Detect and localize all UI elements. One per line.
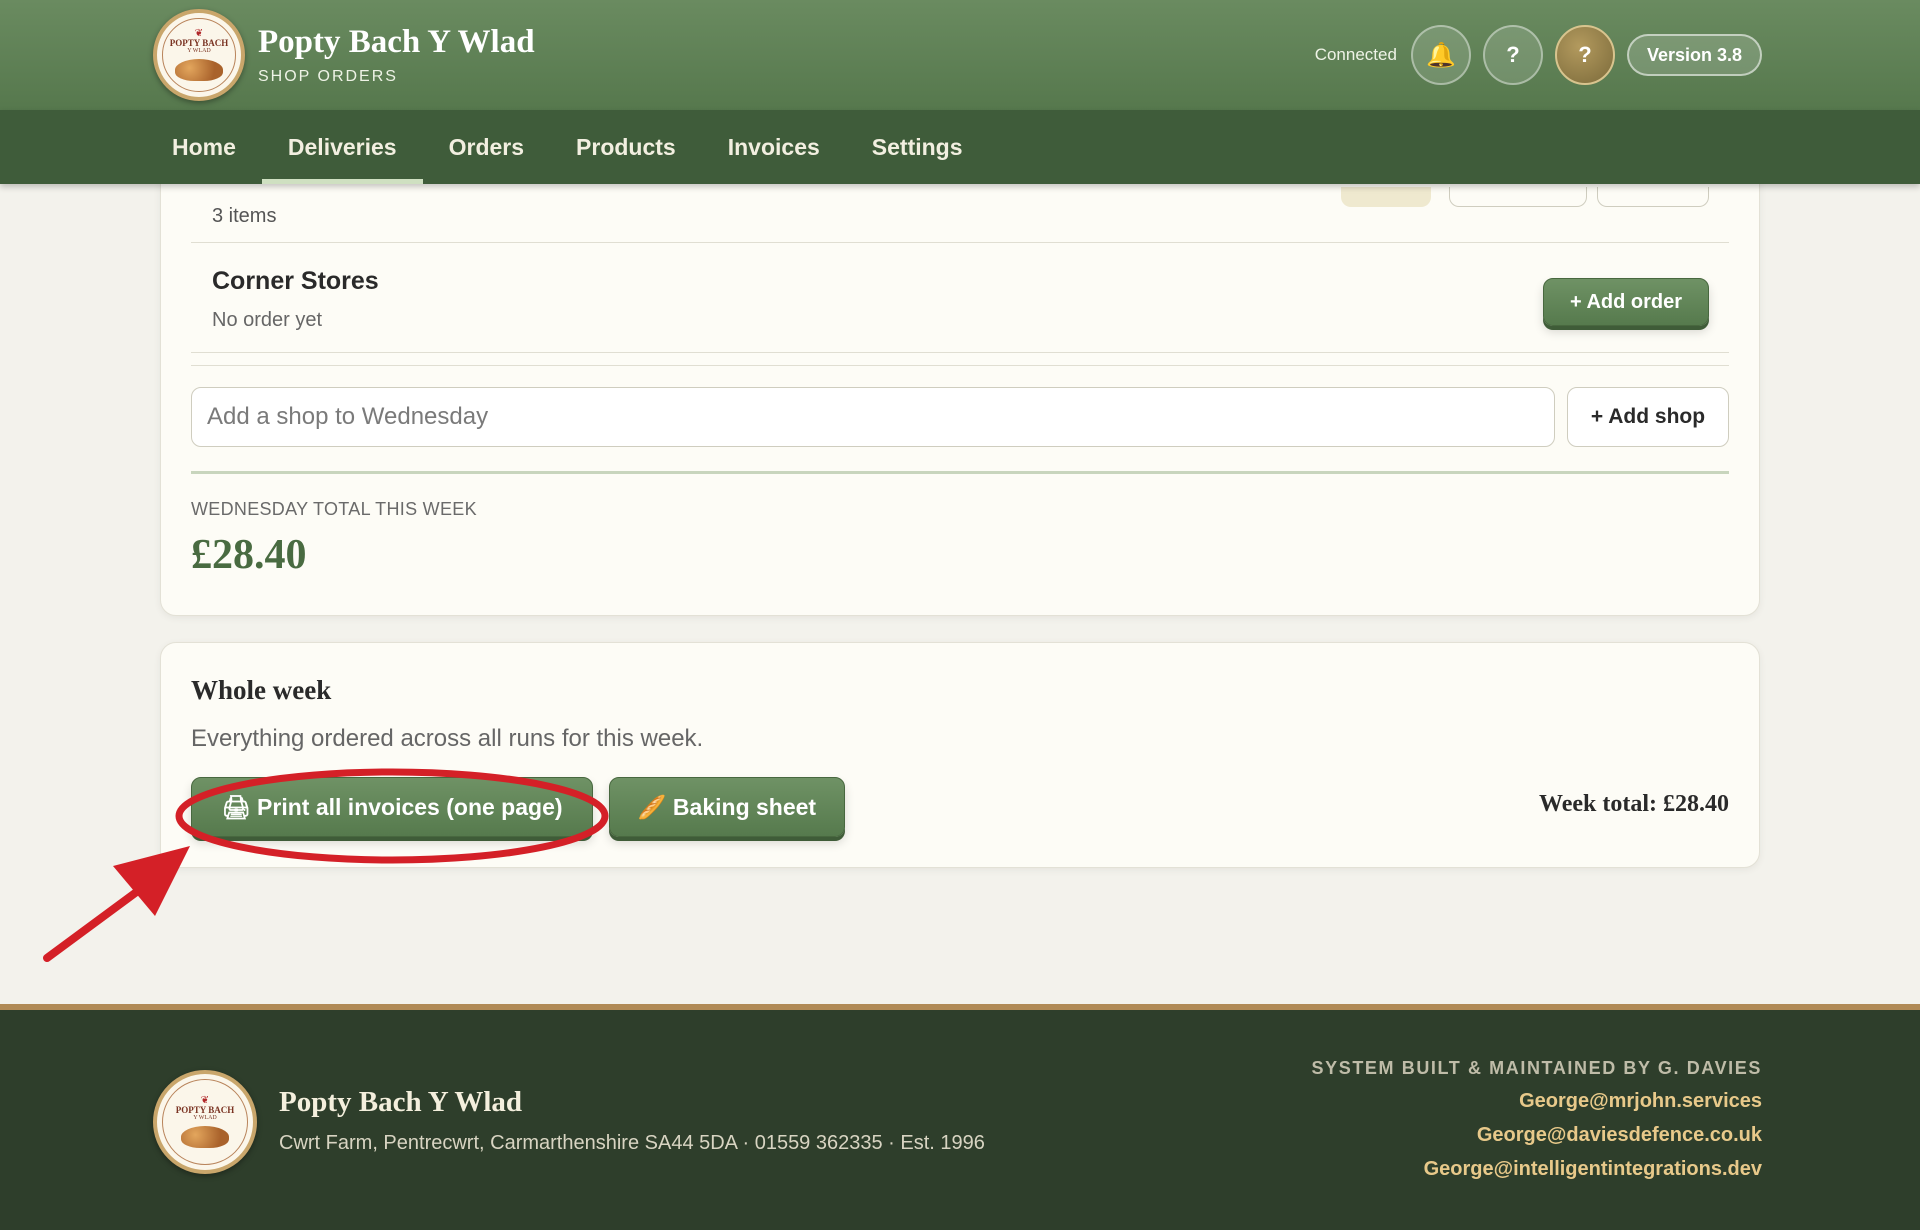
nav-orders[interactable]: Orders: [423, 110, 550, 184]
shop-row: 3 items: [191, 187, 1729, 243]
footer-brand: Popty Bach Y Wlad: [279, 1086, 523, 1118]
whole-week-card: Whole week Everything ordered across all…: [160, 642, 1760, 868]
print-all-invoices-button[interactable]: 🖨 Print all invoices (one page): [191, 777, 593, 837]
invoice-button[interactable]: [1597, 187, 1709, 207]
shop-row-corner-stores: Corner Stores No order yet + Add order: [191, 243, 1729, 353]
bell-icon: 🔔: [1425, 41, 1456, 69]
nav-products[interactable]: Products: [550, 110, 702, 184]
brand: Popty Bach Y Wlad SHOP ORDERS: [258, 24, 535, 86]
baking-sheet-button[interactable]: 🥖 Baking sheet: [609, 777, 845, 837]
week-total: Week total: £28.40: [1539, 791, 1729, 817]
week-description: Everything ordered across all runs for t…: [191, 725, 704, 752]
shop-name: Corner Stores: [212, 267, 379, 295]
add-shop-input[interactable]: [191, 387, 1555, 447]
pointer-arrow-shaft: [43, 878, 154, 962]
footer-credit: SYSTEM BUILT & MAINTAINED BY G. DAVIES: [1311, 1058, 1762, 1078]
footer-email-link[interactable]: George@mrjohn.services: [1312, 1090, 1762, 1113]
help-button[interactable]: ?: [1482, 25, 1543, 85]
app-title: Popty Bach Y Wlad: [258, 23, 535, 60]
week-title: Whole week: [191, 675, 332, 705]
wednesday-card: 3 items Corner Stores No order yet + Add…: [160, 130, 1760, 616]
divider: [191, 365, 1729, 366]
nav-invoices[interactable]: Invoices: [702, 110, 846, 184]
footer-logo: ❦ POPTY BACH Y WLAD: [153, 1070, 257, 1174]
app-subtitle: SHOP ORDERS: [258, 68, 398, 86]
user-avatar-button[interactable]: ?: [1554, 25, 1615, 85]
connection-status: Connected: [1314, 45, 1397, 64]
shop-order-status: No order yet: [212, 309, 323, 331]
footer-address: Cwrt Farm, Pentrecwrt, Carmarthenshire S…: [279, 1132, 985, 1154]
version-badge[interactable]: Version 3.8: [1626, 34, 1762, 76]
main-nav: Home Deliveries Orders Products Invoices…: [0, 110, 1920, 184]
edit-order-button[interactable]: [1449, 187, 1587, 207]
add-order-button[interactable]: + Add order: [1543, 278, 1709, 326]
nav-deliveries[interactable]: Deliveries: [261, 110, 423, 184]
footer-email-link[interactable]: George@intelligentintegrations.dev: [1312, 1158, 1762, 1181]
add-shop-button[interactable]: + Add shop: [1567, 387, 1729, 447]
day-total-label: WEDNESDAY TOTAL THIS WEEK: [191, 499, 477, 519]
footer: ❦ POPTY BACH Y WLAD Popty Bach Y Wlad Cw…: [0, 1004, 1920, 1230]
nav-settings[interactable]: Settings: [846, 110, 989, 184]
item-count: 3 items: [212, 205, 277, 227]
top-header: ❦ POPTY BACH Y WLAD Popty Bach Y Wlad SH…: [0, 0, 1920, 110]
order-status-badge: [1341, 187, 1431, 207]
notifications-button[interactable]: 🔔: [1410, 25, 1471, 85]
nav-home[interactable]: Home: [146, 110, 262, 184]
total-divider: [191, 471, 1729, 474]
bakery-logo[interactable]: ❦ POPTY BACH Y WLAD: [153, 9, 245, 101]
day-total-value: £28.40: [191, 532, 307, 578]
footer-email-link[interactable]: George@daviesdefence.co.uk: [1312, 1124, 1762, 1147]
